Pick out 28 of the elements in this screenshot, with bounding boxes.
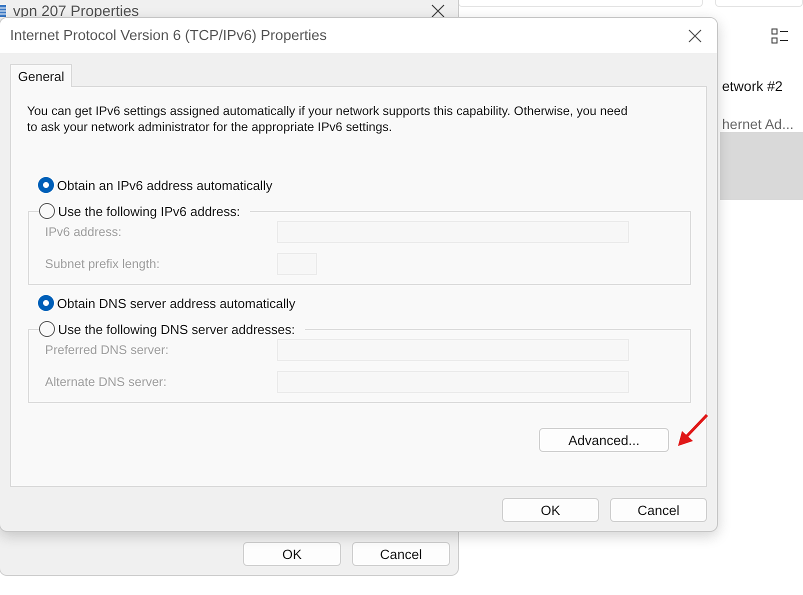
dialog-button[interactable]: Cancel [352,542,450,566]
close-button[interactable] [430,3,446,19]
item-subtitle: hernet Ad... [721,116,795,132]
close-button[interactable] [687,28,703,44]
radio-label: Use the following IPv6 address: [58,204,240,218]
window-title: vpn 207 Properties [13,2,139,20]
advanced-button[interactable]: Advanced... [539,428,669,452]
radio-button[interactable] [38,177,54,193]
field-label: Subnet prefix length: [45,257,161,271]
description-text: You can get IPv6 settings assigned automatically if your network supports this capability. Otherwise, you need to ask your network administrator for the appropriate IPv6 settings. [27,103,629,135]
view-layout-icon[interactable] [771,28,789,44]
radio-label: Obtain DNS server address automatically [57,296,296,310]
dialog-button[interactable]: Cancel [610,498,707,522]
field-label: Preferred DNS server: [45,343,170,357]
radio-button[interactable] [39,321,55,337]
dialog-button[interactable]: OK [243,542,341,566]
radio-button[interactable] [39,203,55,219]
item-title: etwork #2 [721,78,784,94]
radio-label: Use the following DNS server addresses: [58,322,295,336]
field-label: Alternate DNS server: [45,375,168,389]
list-item[interactable]: etwork #2 hernet Ad... [720,72,803,132]
tab[interactable]: General [10,64,72,87]
dialog-button[interactable]: OK [502,498,599,522]
radio-button[interactable] [38,295,54,311]
field-label: IPv6 address: [45,225,122,239]
window-title: Internet Protocol Version 6 (TCP/IPv6) Properties [10,28,327,44]
radio-label: Obtain an IPv6 address automatically [57,178,272,192]
annotation-arrow-icon [677,413,709,447]
